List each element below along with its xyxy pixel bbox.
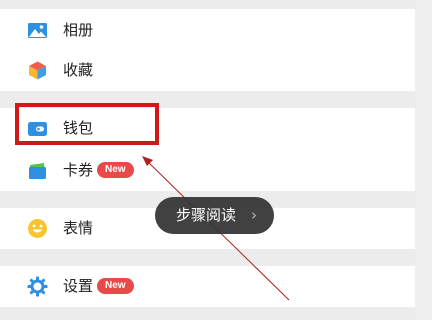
wallet-highlight-box [15,103,159,145]
new-badge: New [97,162,134,178]
favorites-label: 收藏 [63,61,94,79]
gear-icon [27,276,48,297]
settings-label: 设置 [63,277,94,295]
me-page: 相册 收藏 钱包 卡券 New 表情 设置 New 步骤阅读 › [0,0,432,320]
cards-label: 卡券 [63,161,94,179]
section-gap-bottom [0,307,416,320]
section-gap-3 [0,249,416,266]
album-label: 相册 [63,21,94,39]
new-badge: New [97,278,134,294]
menu-item-settings[interactable]: 设置 New [0,266,410,306]
menu-item-favorites[interactable]: 收藏 [0,50,410,90]
image-icon [27,20,48,41]
right-edge [415,0,432,320]
menu-item-cards[interactable]: 卡券 New [0,150,410,190]
stickers-label: 表情 [63,219,94,237]
chevron-right-icon: › [251,206,257,224]
menu-item-album[interactable]: 相册 [0,10,410,50]
step-reading-button[interactable]: 步骤阅读 › [155,197,274,234]
card-icon [27,160,48,181]
step-reading-label: 步骤阅读 [176,206,237,224]
smiley-icon [27,218,48,239]
cube-icon [27,60,48,81]
section-gap-top [0,0,416,9]
